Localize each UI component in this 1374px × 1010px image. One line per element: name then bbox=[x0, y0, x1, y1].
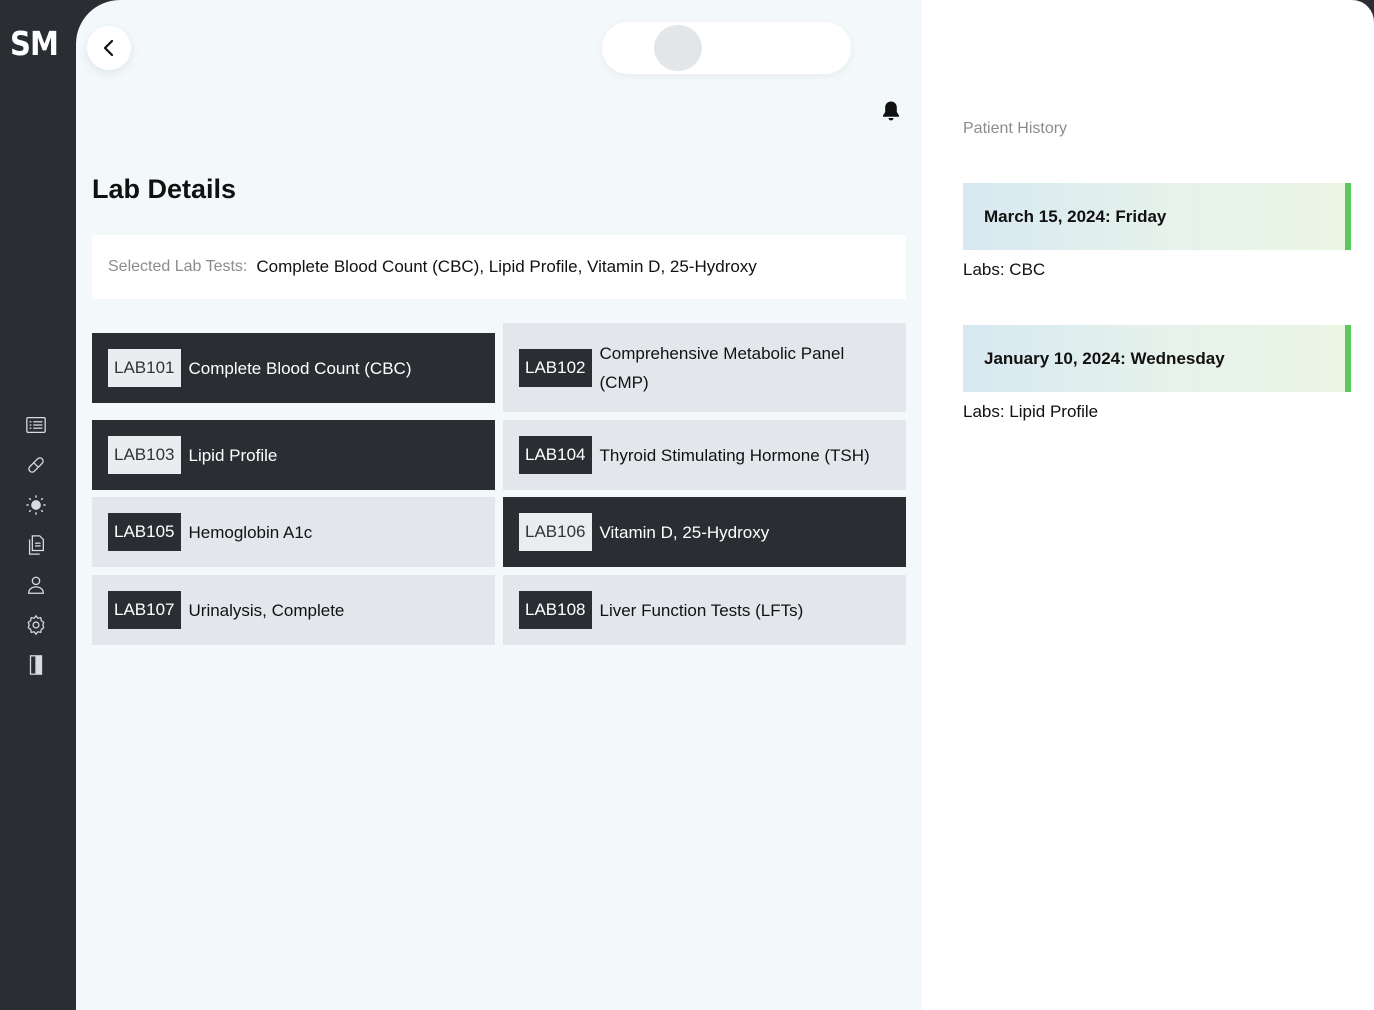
history-entry-labs: Labs: Lipid Profile bbox=[963, 402, 1099, 421]
app-logo: SM bbox=[10, 24, 59, 63]
lab-card-lab103[interactable]: LAB103 Lipid Profile bbox=[92, 420, 495, 490]
lab-name: Lipid Profile bbox=[188, 445, 278, 465]
history-entry-date[interactable]: January 10, 2024: Wednesday bbox=[963, 325, 1351, 392]
documents-icon[interactable] bbox=[24, 533, 48, 557]
selected-tests-box: Selected Lab Tests: Complete Blood Count… bbox=[92, 235, 906, 299]
bell-icon[interactable] bbox=[881, 100, 901, 122]
lab-card-lab106[interactable]: LAB106 Vitamin D, 25-Hydroxy bbox=[503, 497, 906, 567]
list-icon[interactable] bbox=[24, 413, 48, 437]
lab-code: LAB102 bbox=[519, 348, 592, 387]
back-button[interactable] bbox=[87, 26, 131, 70]
pill-icon[interactable] bbox=[24, 453, 48, 477]
lab-card-lab107[interactable]: LAB107 Urinalysis, Complete bbox=[92, 575, 495, 645]
app: SM Lab Details Selected Lab Tests: Compl… bbox=[0, 0, 1374, 1010]
selected-tests-label: Selected Lab Tests: bbox=[108, 258, 248, 275]
selected-tests-value: Complete Blood Count (CBC), Lipid Profil… bbox=[256, 257, 757, 276]
lab-code: LAB105 bbox=[108, 513, 181, 551]
toggle-switch[interactable] bbox=[602, 22, 851, 74]
door-icon[interactable] bbox=[24, 653, 48, 677]
lab-name: Urinalysis, Complete bbox=[188, 600, 345, 620]
lab-name: Thyroid Stimulating Hormone (TSH) bbox=[599, 445, 870, 465]
toggle-knob bbox=[654, 25, 702, 71]
lab-name: Comprehensive Metabolic Panel (CMP) bbox=[599, 343, 845, 392]
lab-card-lab101[interactable]: LAB101 Complete Blood Count (CBC) bbox=[92, 333, 495, 403]
page-title: Lab Details bbox=[92, 174, 237, 204]
sun-icon[interactable] bbox=[24, 493, 48, 517]
lab-code: LAB108 bbox=[519, 591, 592, 629]
user-icon[interactable] bbox=[24, 573, 48, 597]
lab-name: Liver Function Tests (LFTs) bbox=[599, 600, 804, 620]
lab-code: LAB104 bbox=[519, 436, 592, 474]
main-content: Lab Details Selected Lab Tests: Complete… bbox=[76, 0, 922, 1010]
lab-card-lab108[interactable]: LAB108 Liver Function Tests (LFTs) bbox=[503, 575, 906, 645]
lab-code: LAB106 bbox=[519, 513, 592, 551]
lab-code: LAB103 bbox=[108, 436, 181, 474]
lab-name: Complete Blood Count (CBC) bbox=[188, 358, 412, 378]
lab-name: Vitamin D, 25-Hydroxy bbox=[599, 522, 770, 542]
history-entry-date[interactable]: March 15, 2024: Friday bbox=[963, 183, 1351, 250]
lab-name: Hemoglobin A1c bbox=[188, 522, 313, 542]
sidebar: SM bbox=[0, 0, 76, 1010]
lab-card-lab102[interactable]: LAB102 Comprehensive Metabolic Panel (CM… bbox=[503, 323, 906, 412]
lab-code: LAB107 bbox=[108, 591, 181, 629]
history-title: Patient History bbox=[963, 120, 1068, 137]
history-entry-labs: Labs: CBC bbox=[963, 260, 1046, 279]
lab-code: LAB101 bbox=[108, 349, 181, 387]
gear-icon[interactable] bbox=[24, 613, 48, 637]
lab-card-lab104[interactable]: LAB104 Thyroid Stimulating Hormone (TSH) bbox=[503, 420, 906, 490]
lab-card-lab105[interactable]: LAB105 Hemoglobin A1c bbox=[92, 497, 495, 567]
patient-history-panel: Patient History March 15, 2024: Friday L… bbox=[922, 0, 1374, 1010]
chevron-left-icon bbox=[103, 39, 114, 57]
